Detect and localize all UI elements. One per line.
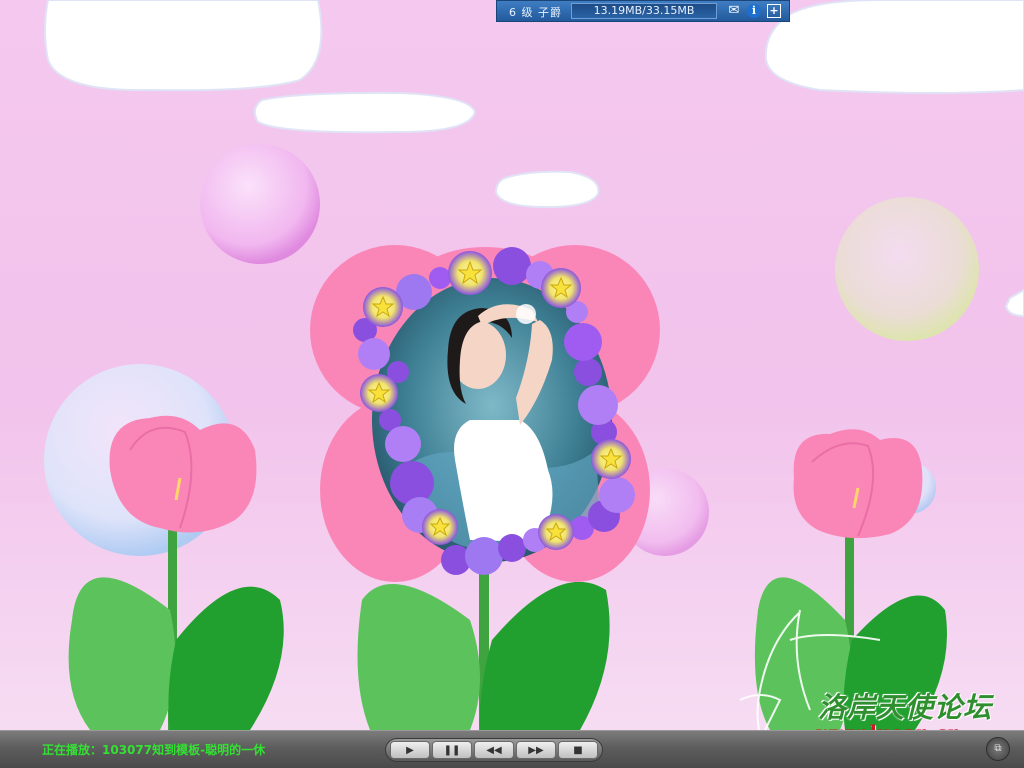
rewind-icon: ◀◀ bbox=[486, 744, 502, 756]
playback-controls: ▶ ❚❚ ◀◀ ▶▶ ■ bbox=[385, 738, 603, 762]
pause-button[interactable]: ❚❚ bbox=[432, 741, 472, 759]
download-size-display: 13.19MB/33.15MB bbox=[571, 3, 717, 19]
expand-icon[interactable]: + bbox=[767, 4, 781, 18]
slideshow-scene: 洛岸天使论坛 www.luoan.cn 6 级 子爵 13.19MB/33.15… bbox=[0, 0, 1024, 730]
bubble bbox=[200, 144, 320, 264]
download-status-panel: 6 级 子爵 13.19MB/33.15MB ✉ i + bbox=[496, 0, 790, 22]
now-playing-text: 正在播放：103077知到模板-聪明的一休 bbox=[42, 743, 266, 757]
play-icon: ▶ bbox=[406, 744, 414, 756]
stop-button[interactable]: ■ bbox=[558, 741, 598, 759]
stop-icon: ■ bbox=[573, 744, 583, 756]
player-bar: 正在播放：103077知到模板-聪明的一休 ▶ ❚❚ ◀◀ ▶▶ ■ bbox=[0, 730, 1024, 768]
window-icon: ⧉ bbox=[994, 743, 1002, 754]
mail-icon[interactable]: ✉ bbox=[727, 4, 741, 18]
site-watermark: 洛岸天使论坛 www.luoan.cn bbox=[720, 610, 1020, 730]
fast-forward-icon: ▶▶ bbox=[528, 744, 544, 756]
watermark-url: www.luoan.cn bbox=[816, 722, 962, 730]
fullscreen-toggle-button[interactable]: ⧉ bbox=[986, 737, 1010, 761]
download-size-text: 13.19MB/33.15MB bbox=[593, 4, 695, 17]
rewind-button[interactable]: ◀◀ bbox=[474, 741, 514, 759]
center-leaves bbox=[357, 560, 610, 730]
fast-forward-button[interactable]: ▶▶ bbox=[516, 741, 556, 759]
pause-icon: ❚❚ bbox=[443, 744, 461, 756]
watermark-title: 洛岸天使论坛 bbox=[818, 691, 993, 724]
bubble bbox=[835, 197, 979, 341]
play-button[interactable]: ▶ bbox=[390, 741, 430, 759]
info-icon[interactable]: i bbox=[747, 4, 761, 18]
user-level-label: 6 级 子爵 bbox=[509, 6, 562, 19]
